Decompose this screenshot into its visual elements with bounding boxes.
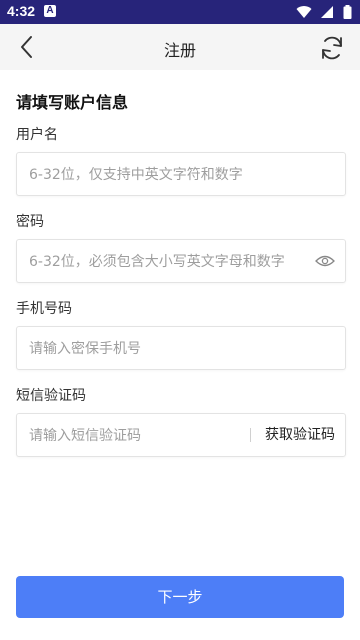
password-input[interactable] — [27, 240, 309, 284]
status-icons — [296, 5, 352, 19]
section-title: 请填写账户信息 — [16, 93, 129, 112]
username-input[interactable] — [27, 153, 305, 197]
password-label: 密码 — [16, 214, 44, 230]
phone-label: 手机号码 — [16, 301, 72, 317]
sms-code-label: 短信验证码 — [16, 388, 86, 404]
phone-field — [16, 326, 346, 371]
get-code-button[interactable]: 获取验证码 — [265, 414, 335, 456]
wifi-icon — [296, 6, 312, 19]
refresh-button[interactable] — [318, 34, 346, 62]
refresh-icon — [322, 36, 342, 60]
username-label: 用户名 — [16, 127, 58, 143]
notification-badge: A — [44, 5, 56, 17]
sms-code-field: 获取验证码 — [16, 413, 346, 458]
sms-code-input[interactable] — [27, 414, 245, 458]
next-step-button[interactable]: 下一步 — [16, 576, 344, 618]
status-bar: 4:32 A — [0, 0, 360, 24]
password-field — [16, 239, 346, 284]
phone-input[interactable] — [27, 327, 305, 371]
status-time: 4:32 — [7, 3, 36, 19]
battery-icon — [343, 5, 352, 19]
username-field — [16, 152, 346, 197]
top-app-bar: 注册 — [0, 24, 360, 70]
code-divider — [250, 428, 251, 442]
page-title: 注册 — [163, 41, 196, 60]
signal-icon — [320, 6, 333, 18]
eye-icon[interactable] — [315, 253, 335, 269]
